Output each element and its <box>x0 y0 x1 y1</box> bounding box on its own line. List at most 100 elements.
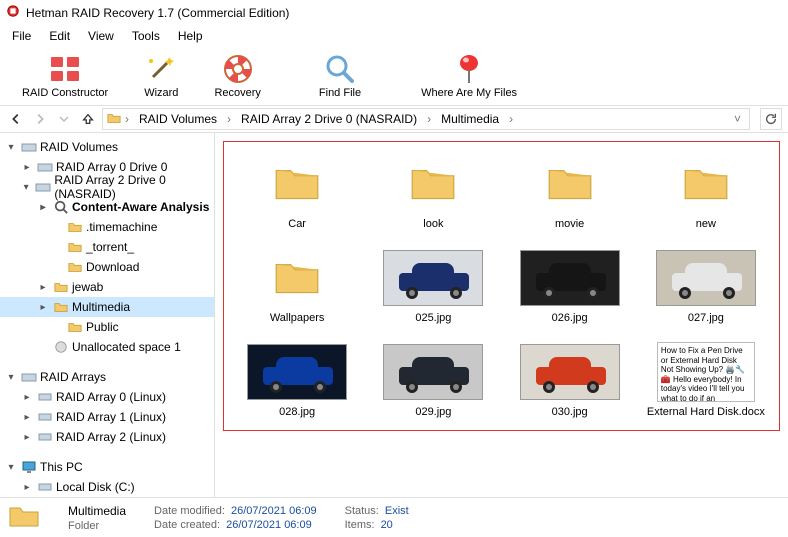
twisty-closed-icon[interactable]: ▸ <box>20 412 34 423</box>
bc-multimedia[interactable]: Multimedia <box>435 112 505 126</box>
item-label: 027.jpg <box>688 312 724 324</box>
bc-raid-volumes[interactable]: RAID Volumes <box>133 112 223 126</box>
tree-download[interactable]: ▸ Download <box>0 257 214 277</box>
raid-constructor-button[interactable]: RAID Constructor <box>4 51 126 101</box>
file-item[interactable]: 027.jpg <box>641 248 771 324</box>
item-label: External Hard Disk.docx <box>647 406 765 418</box>
nav-forward-button[interactable] <box>30 109 50 129</box>
file-item[interactable]: look <box>368 154 498 230</box>
tree-label: RAID Array 2 (Linux) <box>56 430 166 444</box>
tree-label: This PC <box>40 460 83 474</box>
tree-jewab[interactable]: ▸ jewab <box>0 277 214 297</box>
item-label: look <box>423 218 443 230</box>
drive-icon <box>37 159 53 175</box>
file-item[interactable]: 025.jpg <box>368 248 498 324</box>
twisty-closed-icon[interactable]: ▸ <box>36 202 50 213</box>
item-label: 030.jpg <box>552 406 588 418</box>
tree-label: RAID Array 0 Drive 0 <box>56 160 167 174</box>
twisty-closed-icon[interactable]: ▸ <box>20 482 34 493</box>
menu-tools[interactable]: Tools <box>124 27 168 45</box>
nav-back-button[interactable] <box>6 109 26 129</box>
tree-arr1[interactable]: ▸ RAID Array 1 (Linux) <box>0 407 214 427</box>
file-item[interactable]: How to Fix a Pen Drive or External Hard … <box>641 342 771 418</box>
find-file-button[interactable]: Find File <box>301 51 379 101</box>
toolbar: RAID Constructor Wizard Recovery Find Fi… <box>0 47 788 106</box>
menubar: File Edit View Tools Help <box>0 25 788 47</box>
tree-label: Download <box>86 260 139 274</box>
twisty-open-icon[interactable]: ▾ <box>4 462 18 473</box>
image-thumbnail <box>247 342 347 402</box>
file-item[interactable]: new <box>641 154 771 230</box>
where-files-button[interactable]: Where Are My Files <box>403 51 535 101</box>
folder-icon <box>67 259 83 275</box>
menu-edit[interactable]: Edit <box>41 27 78 45</box>
twisty-closed-icon[interactable]: ▸ <box>20 162 34 173</box>
tree-torrent[interactable]: ▸ _torrent_ <box>0 237 214 257</box>
file-item[interactable]: Wallpapers <box>232 248 362 324</box>
item-label: new <box>696 218 716 230</box>
tree-this-pc[interactable]: ▾ This PC <box>0 457 214 477</box>
tree-arr2[interactable]: ▸ RAID Array 2 (Linux) <box>0 427 214 447</box>
tree-local-c[interactable]: ▸ Local Disk (C:) <box>0 477 214 497</box>
wand-icon <box>145 53 177 85</box>
folder-icon <box>53 279 69 295</box>
breadcrumb[interactable]: › RAID Volumes › RAID Array 2 Drive 0 (N… <box>102 108 750 130</box>
file-item[interactable]: 026.jpg <box>505 248 635 324</box>
twisty-open-icon[interactable]: ▾ <box>20 182 32 193</box>
tree-label: Unallocated space 1 <box>72 340 181 354</box>
file-item[interactable]: movie <box>505 154 635 230</box>
tree-timemachine[interactable]: ▸ .timemachine <box>0 217 214 237</box>
tree-raid-volumes[interactable]: ▾ RAID Volumes <box>0 137 214 157</box>
menu-view[interactable]: View <box>80 27 122 45</box>
recovery-button[interactable]: Recovery <box>196 51 278 101</box>
bc-array[interactable]: RAID Array 2 Drive 0 (NASRAID) <box>235 112 423 126</box>
file-grid: CarlookmovienewWallpapers025.jpg026.jpg0… <box>223 141 780 431</box>
twisty-open-icon[interactable]: ▾ <box>4 372 18 383</box>
content-pane[interactable]: CarlookmovienewWallpapers025.jpg026.jpg0… <box>215 133 788 497</box>
tree-label: RAID Volumes <box>40 140 118 154</box>
tb-label: RAID Constructor <box>22 87 108 99</box>
tree-multimedia[interactable]: ▸ Multimedia <box>0 297 214 317</box>
tree-raid-arrays[interactable]: ▾ RAID Arrays <box>0 367 214 387</box>
tb-label: Wizard <box>144 87 178 99</box>
refresh-button[interactable] <box>760 108 782 130</box>
folder-icon <box>8 502 40 533</box>
tree-label: _torrent_ <box>86 240 134 254</box>
folder-icon <box>520 154 620 214</box>
menu-help[interactable]: Help <box>170 27 211 45</box>
tree-public[interactable]: ▸ Public <box>0 317 214 337</box>
chevron-down-icon[interactable]: ˅ <box>730 112 745 126</box>
tree-unallocated[interactable]: ▸ Unallocated space 1 <box>0 337 214 357</box>
tree-label: Content-Aware Analysis <box>72 200 209 214</box>
tb-label: Find File <box>319 87 361 99</box>
folder-icon <box>67 219 83 235</box>
file-item[interactable]: 028.jpg <box>232 342 362 418</box>
sidebar-tree[interactable]: ▾ RAID Volumes ▸ RAID Array 0 Drive 0 ▾ … <box>0 133 215 497</box>
tb-label: Where Are My Files <box>421 87 517 99</box>
twisty-closed-icon[interactable]: ▸ <box>20 432 34 443</box>
tree-array2d0[interactable]: ▾ RAID Array 2 Drive 0 (NASRAID) <box>0 177 214 197</box>
lifebuoy-icon <box>222 53 254 85</box>
image-thumbnail <box>656 248 756 308</box>
file-item[interactable]: 030.jpg <box>505 342 635 418</box>
menu-file[interactable]: File <box>4 27 39 45</box>
drive-icon <box>37 409 53 425</box>
wizard-button[interactable]: Wizard <box>126 51 196 101</box>
tb-label: Recovery <box>214 87 260 99</box>
nav-history-button[interactable] <box>54 109 74 129</box>
twisty-closed-icon[interactable]: ▸ <box>36 282 50 293</box>
image-thumbnail <box>383 248 483 308</box>
tree-content-aware[interactable]: ▸ Content-Aware Analysis <box>0 197 214 217</box>
tree-arr0[interactable]: ▸ RAID Array 0 (Linux) <box>0 387 214 407</box>
twisty-open-icon[interactable]: ▾ <box>4 142 18 153</box>
lbl-date-created: Date created: <box>154 519 220 531</box>
drive-icon <box>37 429 53 445</box>
nav-up-button[interactable] <box>78 109 98 129</box>
lbl-status: Status: <box>345 505 379 517</box>
file-item[interactable]: Car <box>232 154 362 230</box>
file-item[interactable]: 029.jpg <box>368 342 498 418</box>
twisty-closed-icon[interactable]: ▸ <box>20 392 34 403</box>
twisty-closed-icon[interactable]: ▸ <box>36 302 50 313</box>
lbl-items: Items: <box>345 519 375 531</box>
drive-icon <box>35 179 51 195</box>
